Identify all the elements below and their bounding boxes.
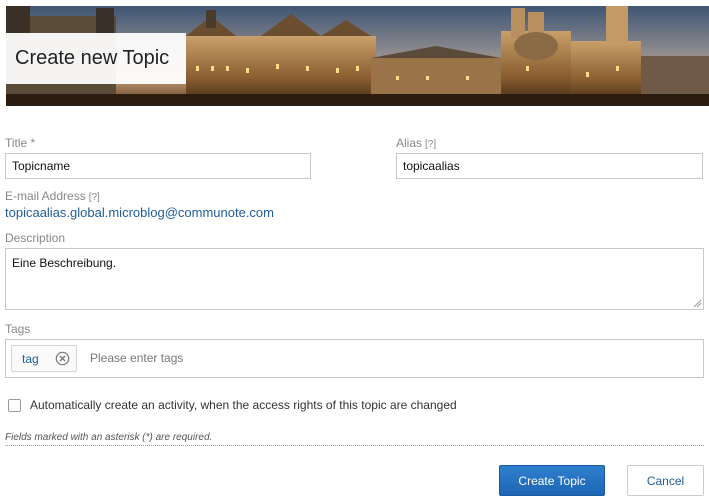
alias-help-link[interactable]: [?]	[425, 139, 436, 150]
cancel-button[interactable]: Cancel	[627, 465, 704, 496]
email-label: E-mail Address [?]	[5, 189, 100, 203]
tag-chip: tag	[11, 345, 77, 372]
alias-label: Alias [?]	[396, 136, 436, 150]
email-label-text: E-mail Address	[5, 189, 86, 203]
alias-input[interactable]	[396, 153, 703, 179]
tags-label: Tags	[5, 322, 31, 336]
email-help-link[interactable]: [?]	[89, 192, 100, 203]
banner-title-box: Create new Topic	[6, 33, 186, 84]
auto-activity-label[interactable]: Automatically create an activity, when t…	[30, 398, 457, 412]
description-textarea[interactable]	[5, 248, 704, 310]
auto-activity-checkbox[interactable]	[8, 399, 21, 412]
description-label: Description	[5, 231, 66, 245]
close-circle-icon[interactable]	[55, 351, 70, 366]
create-topic-button[interactable]: Create Topic	[499, 465, 605, 496]
tags-input[interactable]	[90, 347, 670, 369]
page-title: Create new Topic	[15, 47, 170, 69]
alias-label-text: Alias	[396, 136, 423, 150]
resize-grip-icon[interactable]	[693, 299, 702, 308]
title-input[interactable]	[5, 153, 311, 179]
header-banner: Create new Topic	[6, 6, 709, 106]
title-label: Title *	[5, 136, 36, 150]
required-fields-note: Fields marked with an asterisk (*) are r…	[5, 432, 213, 443]
divider	[5, 445, 704, 446]
create-topic-page: Create new Topic Title * Alias[?] E-mail…	[0, 0, 709, 501]
email-address-value: topicaalias.global.microblog@communote.c…	[5, 205, 274, 220]
tag-chip-label: tag	[22, 352, 39, 366]
tags-field[interactable]: tag	[5, 339, 704, 378]
